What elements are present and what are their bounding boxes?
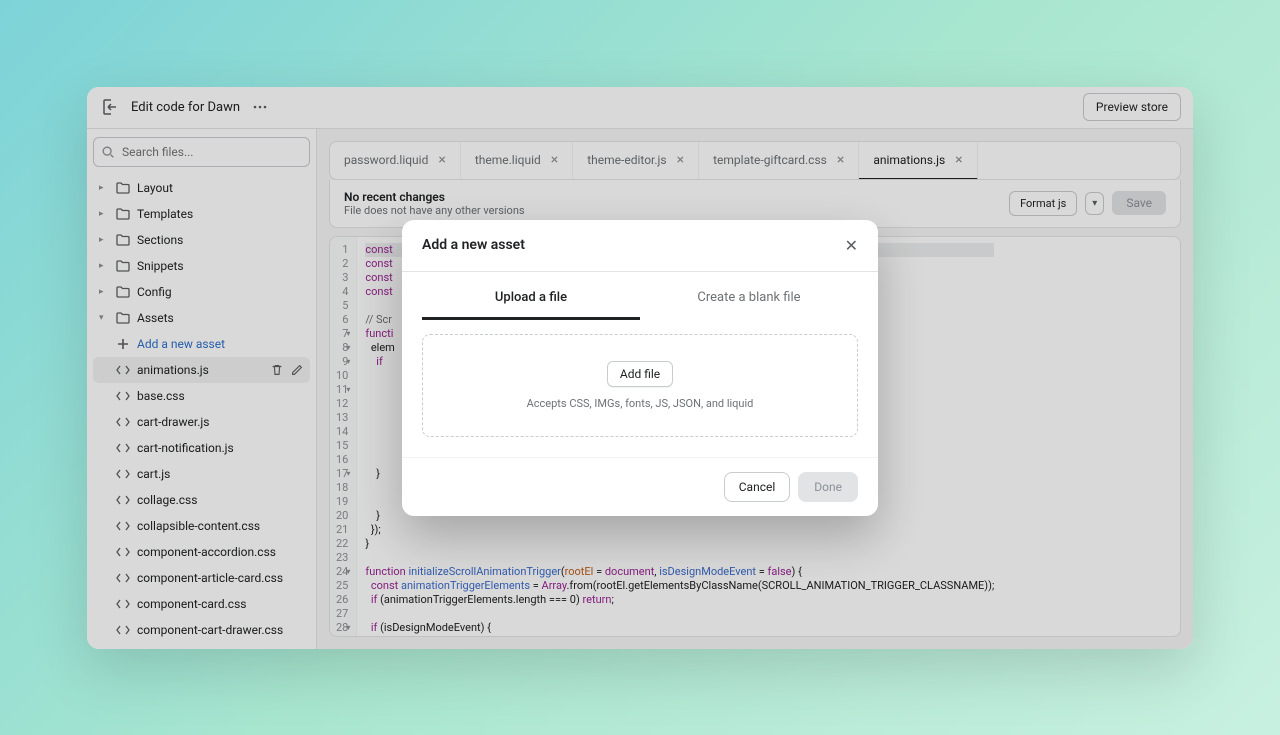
add-asset-modal: Add a new asset ✕ Upload a file Create a…: [402, 220, 878, 516]
close-icon[interactable]: ✕: [845, 236, 858, 255]
file-dropzone[interactable]: Add file Accepts CSS, IMGs, fonts, JS, J…: [422, 334, 858, 437]
modal-title: Add a new asset: [422, 237, 525, 253]
dropzone-hint: Accepts CSS, IMGs, fonts, JS, JSON, and …: [435, 397, 845, 410]
modal-overlay[interactable]: Add a new asset ✕ Upload a file Create a…: [87, 87, 1193, 649]
editor-window: Edit code for Dawn Preview store ▸Layout…: [87, 87, 1193, 649]
tab-upload-file[interactable]: Upload a file: [422, 278, 640, 320]
done-button: Done: [798, 472, 858, 502]
cancel-button[interactable]: Cancel: [724, 472, 791, 502]
add-file-button[interactable]: Add file: [607, 361, 673, 387]
tab-create-blank[interactable]: Create a blank file: [640, 278, 858, 320]
